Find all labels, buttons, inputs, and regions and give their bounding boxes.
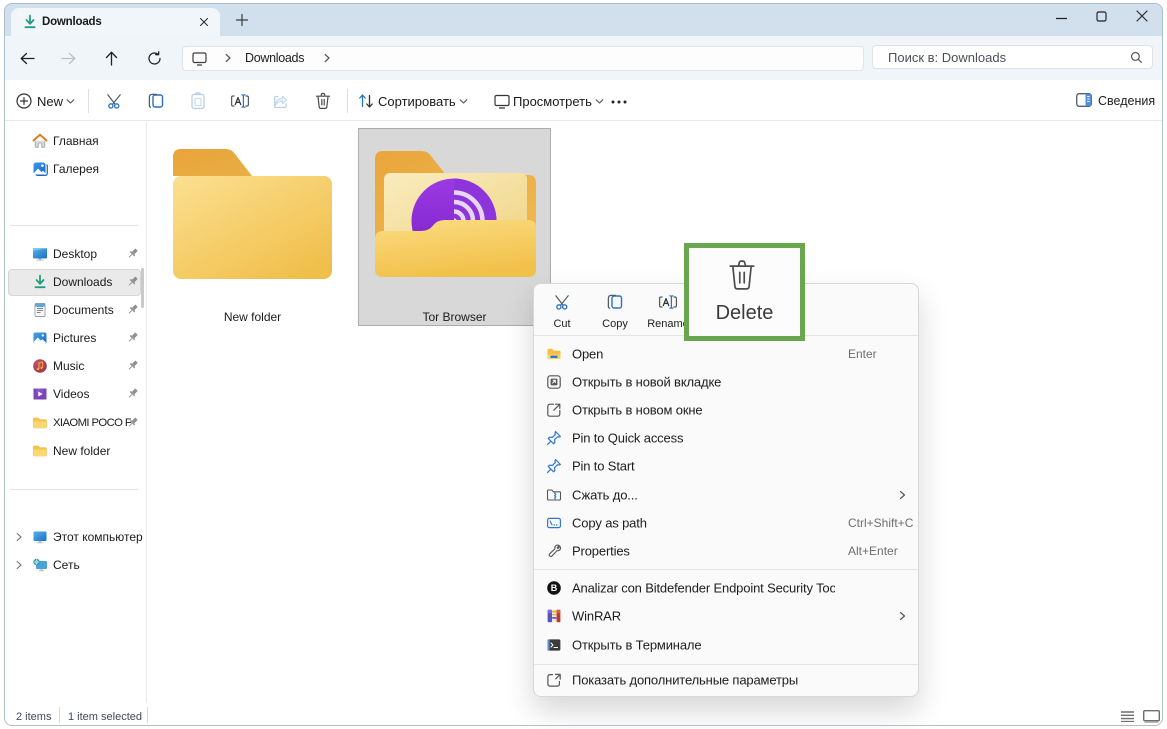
svg-text:B: B (551, 583, 558, 593)
